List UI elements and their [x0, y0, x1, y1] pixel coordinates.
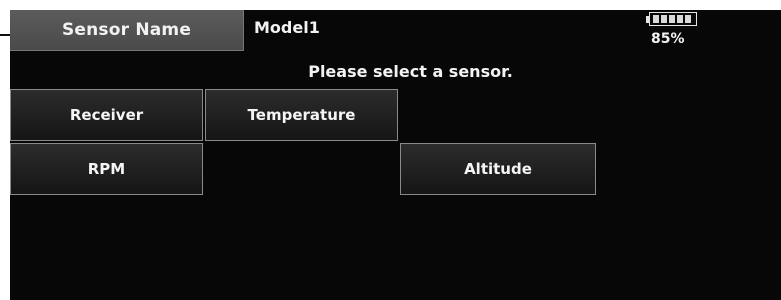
battery-cell [669, 15, 675, 23]
sensor-button-label: RPM [87, 160, 126, 178]
sensor-button-rpm[interactable]: RPM [10, 143, 203, 195]
header-bar: Sensor Name Model1 85% [10, 10, 781, 54]
battery-body [649, 12, 697, 26]
battery-cell [677, 15, 683, 23]
transmitter-screen: Sensor Name Model1 85% Please select a s… [10, 10, 781, 300]
page-title: Sensor Name [61, 20, 192, 40]
instruction-text: Please select a sensor. [308, 62, 513, 81]
figure-frame: Sensor Name Model1 85% Please select a s… [0, 0, 781, 300]
battery-cell [653, 15, 659, 23]
sensor-button-label: Altitude [464, 160, 532, 178]
battery-icon [646, 12, 700, 26]
sensor-button-altitude[interactable]: Altitude [400, 143, 596, 195]
battery-percentage: 85% [651, 31, 685, 47]
sensor-button-receiver[interactable]: Receiver [10, 89, 203, 141]
sensor-button-temperature[interactable]: Temperature [205, 89, 398, 141]
title-tab-button[interactable]: Sensor Name [10, 10, 244, 51]
battery-cell [685, 15, 691, 23]
battery-cell [661, 15, 667, 23]
sensor-button-label: Temperature [247, 106, 356, 124]
model-name: Model1 [254, 18, 320, 37]
sensor-button-label: Receiver [69, 106, 144, 124]
